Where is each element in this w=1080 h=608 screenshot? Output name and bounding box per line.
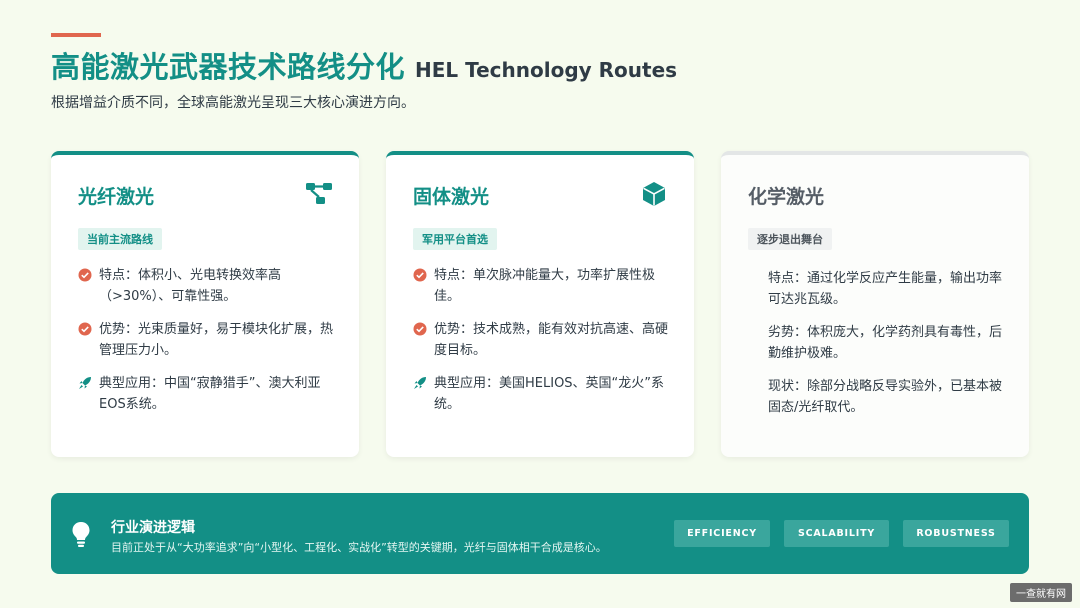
banner-description: 目前正处于从“大功率追求”向“小型化、工程化、实战化”转型的关键期，光纤与固体相… xyxy=(111,541,607,554)
check-icon xyxy=(413,268,427,282)
check-icon xyxy=(78,268,92,282)
feature-list: 特点：单次脉冲能量大，功率扩展性极佳。 优势：技术成熟，能有效对抗高速、高硬度目… xyxy=(413,265,670,427)
item-text: 特点：体积小、光电转换效率高（>30%）、可靠性强。 xyxy=(99,268,282,304)
list-item: 优势：技术成熟，能有效对抗高速、高硬度目标。 xyxy=(413,319,670,361)
list-item: 现状：除部分战略反导实验外，已基本被固态/光纤取代。 xyxy=(768,376,1005,418)
page-title: 高能激光武器技术路线分化 HEL Technology Routes xyxy=(51,44,677,86)
list-item: 特点：体积小、光电转换效率高（>30%）、可靠性强。 xyxy=(78,265,335,307)
title-chinese: 高能激光武器技术路线分化 xyxy=(51,50,406,84)
list-item: 典型应用：美国HELIOS、英国“龙火”系统。 xyxy=(413,373,670,415)
title-accent-bar xyxy=(51,33,101,37)
status-badge: 军用平台首选 xyxy=(413,228,497,250)
card-title: 光纤激光 xyxy=(78,186,155,208)
watermark: 一查就有网 xyxy=(1010,583,1072,602)
page-subtitle: 根据增益介质不同，全球高能激光呈现三大核心演进方向。 xyxy=(51,95,415,111)
card-chemical-laser: 化学激光 逐步退出舞台 特点：通过化学反应产生能量，输出功率可达兆瓦级。 劣势：… xyxy=(721,151,1029,457)
rocket-icon xyxy=(79,377,91,389)
item-text: 特点：通过化学反应产生能量，输出功率可达兆瓦级。 xyxy=(768,271,1003,307)
list-item: 优势：光束质量好，易于模块化扩展，热管理压力小。 xyxy=(78,319,335,361)
title-english: HEL Technology Routes xyxy=(415,58,678,82)
tag-robustness: ROBUSTNESS xyxy=(903,520,1009,547)
tag-efficiency: EFFICIENCY xyxy=(674,520,770,547)
item-text: 优势：光束质量好，易于模块化扩展，热管理压力小。 xyxy=(99,322,334,358)
card-title: 化学激光 xyxy=(748,186,825,208)
status-badge: 当前主流路线 xyxy=(78,228,162,250)
card-fiber-laser: 光纤激光 当前主流路线 特点：体积小、光电转换效率高（>30%）、可靠性强。 优… xyxy=(51,151,359,457)
card-solid-laser: 固体激光 军用平台首选 特点：单次脉冲能量大，功率扩展性极佳。 优势：技术成熟，… xyxy=(386,151,694,457)
list-item: 特点：通过化学反应产生能量，输出功率可达兆瓦级。 xyxy=(768,268,1005,310)
item-text: 现状：除部分战略反导实验外，已基本被固态/光纤取代。 xyxy=(768,379,1003,415)
check-icon xyxy=(413,322,427,336)
item-text: 劣势：体积庞大，化学药剂具有毒性，后勤维护极难。 xyxy=(768,325,1003,361)
item-text: 典型应用：美国HELIOS、英国“龙火”系统。 xyxy=(434,376,665,412)
tag-list: EFFICIENCY SCALABILITY ROBUSTNESS xyxy=(674,520,1009,547)
list-item: 劣势：体积庞大，化学药剂具有毒性，后勤维护极难。 xyxy=(768,322,1005,364)
status-badge: 逐步退出舞台 xyxy=(748,228,832,250)
list-item: 特点：单次脉冲能量大，功率扩展性极佳。 xyxy=(413,265,670,307)
lightbulb-icon xyxy=(72,522,90,547)
feature-list: 特点：通过化学反应产生能量，输出功率可达兆瓦级。 劣势：体积庞大，化学药剂具有毒… xyxy=(768,268,1005,430)
item-text: 典型应用：中国“寂静猎手”、澳大利亚EOS系统。 xyxy=(99,376,321,412)
banner-title: 行业演进逻辑 xyxy=(111,520,195,536)
check-icon xyxy=(78,322,92,336)
tag-scalability: SCALABILITY xyxy=(784,520,889,547)
rocket-icon xyxy=(414,377,426,389)
item-text: 优势：技术成熟，能有效对抗高速、高硬度目标。 xyxy=(434,322,669,358)
item-text: 特点：单次脉冲能量大，功率扩展性极佳。 xyxy=(434,268,656,304)
insight-banner: 行业演进逻辑 目前正处于从“大功率追求”向“小型化、工程化、实战化”转型的关键期… xyxy=(51,493,1029,574)
network-icon xyxy=(306,183,332,204)
list-item: 典型应用：中国“寂静猎手”、澳大利亚EOS系统。 xyxy=(78,373,335,415)
feature-list: 特点：体积小、光电转换效率高（>30%）、可靠性强。 优势：光束质量好，易于模块… xyxy=(78,265,335,427)
card-title: 固体激光 xyxy=(413,186,490,208)
cube-icon xyxy=(643,182,665,206)
